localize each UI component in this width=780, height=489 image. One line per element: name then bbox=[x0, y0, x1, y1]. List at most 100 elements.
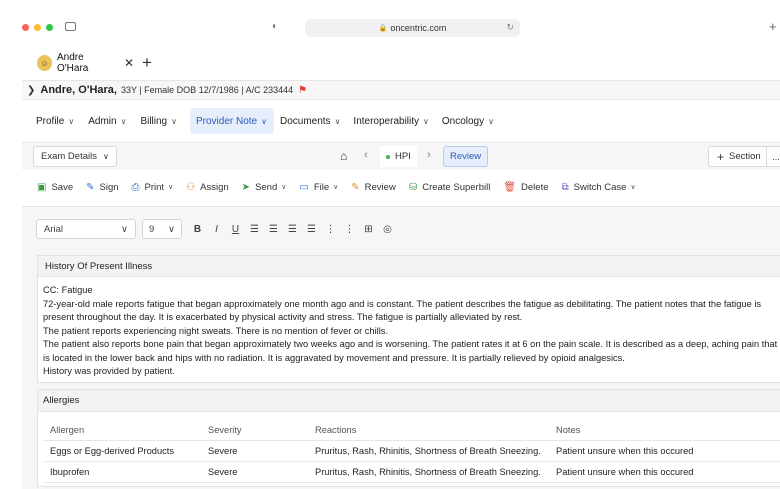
review-icon: ✎ bbox=[351, 181, 360, 193]
hpi-text-area[interactable]: CC: Fatigue 72-year-old male reports fat… bbox=[38, 277, 780, 379]
print-button[interactable]: ⎙ Print ∨ bbox=[132, 182, 174, 193]
image-icon[interactable]: ◎ bbox=[382, 224, 393, 235]
close-window-dot[interactable] bbox=[22, 24, 29, 31]
chevron-down-icon: ∨ bbox=[261, 116, 267, 126]
delete-button[interactable]: 🗑 Delete bbox=[503, 182, 548, 193]
review-chip[interactable]: Review bbox=[443, 146, 489, 167]
sidebar-icon[interactable] bbox=[65, 22, 76, 31]
align-center-icon[interactable]: ☰ bbox=[268, 224, 279, 235]
italic-icon[interactable]: I bbox=[211, 224, 222, 235]
chevron-down-icon: ∨ bbox=[171, 116, 177, 126]
flag-icon[interactable]: ⚑ bbox=[298, 85, 307, 96]
user-icon: ⚇ bbox=[186, 181, 196, 193]
chevron-down-icon: ∨ bbox=[488, 116, 494, 126]
align-right-icon[interactable]: ☰ bbox=[287, 224, 298, 235]
switch-icon: ⧉ bbox=[561, 181, 569, 193]
avatar: ☺ bbox=[37, 55, 52, 71]
allergen-cell: Eggs or Egg-derived Products bbox=[43, 440, 201, 462]
chevron-right-icon[interactable]: ❯ bbox=[27, 85, 35, 96]
pen-icon: ✎ bbox=[86, 181, 95, 193]
column-header: Reactions bbox=[308, 420, 549, 441]
trash-icon: 🗑 bbox=[503, 181, 517, 193]
review-button[interactable]: ✎ Review bbox=[351, 182, 396, 193]
menu-provider-note[interactable]: Provider Note ∨ bbox=[189, 108, 274, 134]
menu-profile[interactable]: Profile ∨ bbox=[22, 108, 82, 134]
severity-cell: Severe bbox=[201, 461, 308, 483]
severity-cell: Severe bbox=[201, 440, 308, 462]
main-menu: Profile ∨ Admin ∨ Billing ∨ Provider Note ∨ … bbox=[22, 108, 780, 134]
close-tab-icon[interactable]: ✕ bbox=[124, 56, 134, 70]
new-tab-icon[interactable]: + bbox=[769, 19, 777, 34]
print-label: Print bbox=[144, 181, 165, 193]
status-dot bbox=[386, 154, 390, 159]
chevron-down-icon: ∨ bbox=[630, 184, 636, 191]
font-size-select[interactable]: 9 ∨ bbox=[142, 219, 182, 239]
column-header: Allergen bbox=[43, 420, 201, 441]
menu-billing[interactable]: Billing ∨ bbox=[134, 108, 185, 134]
font-family-select[interactable]: Arial ∨ bbox=[36, 219, 136, 239]
assign-label: Assign bbox=[200, 181, 229, 193]
menu-admin[interactable]: Admin ∨ bbox=[82, 108, 134, 134]
reload-icon[interactable]: ↻ bbox=[506, 22, 514, 33]
add-tab-button[interactable]: + bbox=[142, 53, 152, 73]
table-row[interactable]: Ibuprofen Severe Pruritus, Rash, Rhiniti… bbox=[43, 461, 780, 483]
hpi-chip[interactable]: HPI bbox=[380, 146, 417, 167]
review-action-label: Review bbox=[364, 181, 396, 193]
hpi-line: CC: Fatigue bbox=[43, 285, 93, 295]
notes-cell: Patient unsure when this occured bbox=[549, 440, 780, 462]
patient-tab[interactable]: ☺ Andre O'Hara ✕ bbox=[30, 50, 134, 76]
save-button[interactable]: ▣ Save bbox=[37, 182, 73, 193]
shield-icon[interactable]: ◐ bbox=[272, 21, 278, 32]
more-options-button[interactable]: ... bbox=[766, 146, 780, 167]
next-section-button[interactable]: › bbox=[427, 149, 431, 161]
menu-interoperability[interactable]: Interoperability ∨ bbox=[348, 108, 436, 134]
chevron-down-icon: ∨ bbox=[120, 116, 127, 126]
zoom-window-dot[interactable] bbox=[46, 24, 53, 31]
previous-section-button[interactable]: ‹ bbox=[364, 149, 368, 161]
exam-details-label: Exam Details bbox=[41, 151, 97, 162]
column-header: Severity bbox=[201, 420, 308, 441]
chevron-down-icon: ∨ bbox=[333, 184, 339, 191]
bold-icon[interactable]: B bbox=[192, 224, 203, 235]
address-bar[interactable]: 🔒 oncentric.com ↻ bbox=[305, 19, 520, 37]
editor-area: Arial ∨ 9 ∨ B I U ☰ ☰ ☰ ☰ ⋮ ⋮ ⊞ ◎ History … bbox=[22, 206, 780, 489]
bullet-list-icon[interactable]: ⋮ bbox=[325, 224, 336, 235]
chevron-down-icon: ∨ bbox=[168, 184, 174, 191]
menu-label: Profile bbox=[36, 115, 65, 127]
reactions-cell: Pruritus, Rash, Rhinitis, Shortness of B… bbox=[308, 440, 549, 462]
create-superbill-button[interactable]: ⛁ Create Superbill bbox=[409, 182, 491, 193]
send-button[interactable]: ➤ Send ∨ bbox=[242, 182, 287, 193]
send-icon: ➤ bbox=[241, 181, 251, 193]
switch-case-button[interactable]: ⧉ Switch Case ∨ bbox=[562, 182, 636, 193]
save-label: Save bbox=[51, 181, 74, 193]
underline-icon[interactable]: U bbox=[230, 224, 241, 235]
save-icon: ▣ bbox=[37, 181, 47, 193]
assign-button[interactable]: ⚇ Assign bbox=[186, 182, 228, 193]
chevron-down-icon: ∨ bbox=[68, 116, 75, 126]
table-row[interactable]: Eggs or Egg-derived Products Severe Prur… bbox=[43, 440, 780, 462]
minimize-window-dot[interactable] bbox=[34, 24, 41, 31]
allergies-section-title: Allergies bbox=[38, 390, 780, 412]
home-icon[interactable]: ⌂ bbox=[340, 149, 347, 163]
exam-details-dropdown[interactable]: Exam Details ∨ bbox=[33, 146, 117, 167]
justify-icon[interactable]: ☰ bbox=[306, 224, 317, 235]
column-header: Notes bbox=[549, 420, 780, 441]
table-icon[interactable]: ⊞ bbox=[363, 224, 374, 235]
menu-label: Oncology bbox=[441, 115, 485, 127]
sign-button[interactable]: ✎ Sign bbox=[86, 182, 118, 193]
patient-name: Andre, O'Hara, bbox=[40, 84, 117, 96]
reactions-cell: Pruritus, Rash, Rhinitis, Shortness of B… bbox=[308, 461, 549, 483]
review-label: Review bbox=[450, 151, 482, 162]
align-left-icon[interactable]: ☰ bbox=[249, 224, 260, 235]
formatting-toolbar: Arial ∨ 9 ∨ B I U ☰ ☰ ☰ ☰ ⋮ ⋮ ⊞ ◎ bbox=[36, 219, 393, 239]
menu-documents[interactable]: Documents ∨ bbox=[278, 108, 348, 134]
allergen-cell: Ibuprofen bbox=[43, 461, 201, 483]
printer-icon: ⎙ bbox=[131, 181, 140, 193]
numbered-list-icon[interactable]: ⋮ bbox=[344, 224, 355, 235]
file-button[interactable]: ▭ File ∨ bbox=[299, 182, 338, 193]
menu-label: Interoperability bbox=[353, 115, 420, 127]
create-superbill-label: Create Superbill bbox=[422, 181, 491, 193]
hpi-line: History was provided by patient. bbox=[43, 366, 175, 376]
menu-oncology[interactable]: Oncology ∨ bbox=[437, 108, 502, 134]
add-section-button[interactable]: + Section bbox=[708, 146, 770, 167]
